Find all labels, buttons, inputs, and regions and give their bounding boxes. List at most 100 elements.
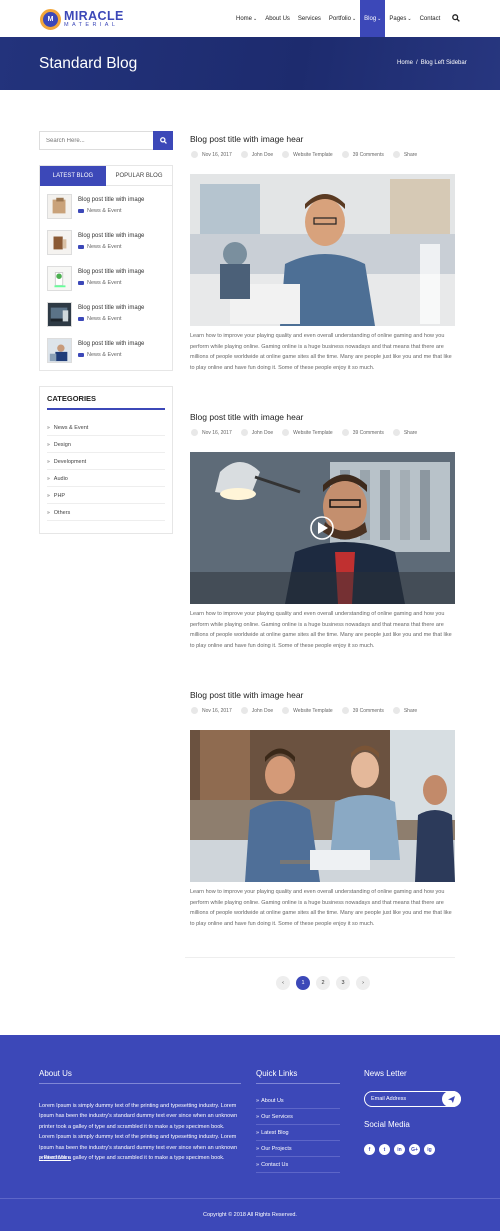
chevron-right-icon: » xyxy=(47,509,50,516)
sidebar-post-item[interactable]: Blog post title with image News & Event xyxy=(47,302,169,327)
nav-item-services[interactable]: Services xyxy=(294,0,325,37)
sidebar-post-title[interactable]: Blog post title with image xyxy=(78,197,144,203)
sidebar-post-title[interactable]: Blog post title with image xyxy=(78,305,144,311)
read-more-link[interactable]: » Read More xyxy=(39,1155,71,1161)
post-thumbnail[interactable] xyxy=(47,194,72,219)
quick-link-item[interactable]: » Our Services xyxy=(256,1109,340,1125)
nav-item-blog[interactable]: Blog ⌄ xyxy=(360,0,386,37)
post-meta-author[interactable]: John Doe xyxy=(240,151,273,158)
tab-popular-blog[interactable]: POPULAR BLOG xyxy=(106,166,172,186)
nav-item-portfolio[interactable]: Portfolio ⌄ xyxy=(325,0,360,37)
folder-icon xyxy=(78,281,84,285)
search-icon[interactable] xyxy=(452,14,460,22)
sidebar-post-item[interactable]: Blog post title with image News & Event xyxy=(47,230,169,255)
post-meta-comments[interactable]: 39 Comments xyxy=(341,429,384,436)
pagination-page-1[interactable]: 1 xyxy=(296,976,310,990)
post-title[interactable]: Blog post title with image hear xyxy=(190,134,303,144)
read-more-label: Read More xyxy=(43,1155,71,1161)
nav-item-contact[interactable]: Contact xyxy=(416,0,445,37)
category-item[interactable]: » News & Event xyxy=(47,420,165,436)
categories-title: CATEGORIES xyxy=(47,394,97,403)
nav-item-home[interactable]: Home ⌄ xyxy=(232,0,261,37)
meta-label: Nov 16, 2017 xyxy=(202,707,232,714)
nav-label: Contact xyxy=(419,15,441,22)
chevron-right-icon: » xyxy=(47,441,50,448)
twitter-icon[interactable]: t xyxy=(379,1144,390,1155)
post-meta-tag[interactable]: Website Template xyxy=(282,429,333,436)
google-plus-icon[interactable]: G+ xyxy=(409,1144,420,1155)
category-item[interactable]: » Design xyxy=(47,437,165,453)
main-nav: Home ⌄ About Us Services Portfolio ⌄ Blog ⌄ Page… xyxy=(232,0,444,37)
category-item[interactable]: » PHP xyxy=(47,488,165,504)
nav-label: About Us xyxy=(265,15,290,22)
quick-link-item[interactable]: » About Us xyxy=(256,1093,340,1109)
post-thumbnail[interactable] xyxy=(47,338,72,363)
post-meta: Nov 16, 2017 John Doe Website Template 39 C… xyxy=(191,150,426,159)
post-title[interactable]: Blog post title with image hear xyxy=(190,690,303,700)
post-image[interactable] xyxy=(190,452,455,604)
sidebar-post-title[interactable]: Blog post title with image xyxy=(78,233,144,239)
category-label: News & Event xyxy=(53,424,89,431)
instagram-icon[interactable]: ig xyxy=(424,1144,435,1155)
pagination-prev-button[interactable]: ‹ xyxy=(276,976,290,990)
meta-label: 39 Comments xyxy=(352,429,384,436)
meta-label: Nov 16, 2017 xyxy=(202,429,232,436)
logo[interactable]: M MIRACLE MATERIAL xyxy=(40,8,124,30)
post-image[interactable] xyxy=(190,730,455,882)
nav-item-about-us[interactable]: About Us xyxy=(261,0,294,37)
quick-link-item[interactable]: » Contact Us xyxy=(256,1157,340,1173)
comment-icon xyxy=(341,429,349,436)
post-meta: Nov 16, 2017 John Doe Website Template 39 C… xyxy=(191,706,426,715)
sidebar-post-item[interactable]: Blog post title with image News & Event xyxy=(47,194,169,219)
search-button[interactable] xyxy=(153,131,173,150)
post-image[interactable] xyxy=(190,174,455,326)
post-thumbnail[interactable] xyxy=(47,230,72,255)
sidebar-post-item[interactable]: Blog post title with image News & Event xyxy=(47,266,169,291)
pagination-page-2[interactable]: 2 xyxy=(316,976,330,990)
post-meta-tag[interactable]: Website Template xyxy=(282,151,333,158)
meta-label: John Doe xyxy=(251,707,274,714)
tab-latest-blog[interactable]: LATEST BLOG xyxy=(40,166,106,186)
search-icon xyxy=(159,137,167,144)
post-meta-author[interactable]: John Doe xyxy=(240,707,274,714)
sidebar-post-title[interactable]: Blog post title with image xyxy=(78,341,144,347)
post-meta-share[interactable]: Share xyxy=(392,429,417,436)
category-item[interactable]: » Audio xyxy=(47,471,165,487)
breadcrumb-current: Blog Left Sidebar xyxy=(420,60,467,66)
chevron-right-icon: » xyxy=(256,1129,260,1136)
pagination-next-button[interactable]: › xyxy=(356,976,370,990)
post-meta-comments[interactable]: 39 Comments xyxy=(341,151,384,158)
quick-link-item[interactable]: » Latest Blog xyxy=(256,1125,340,1141)
excerpt-line: perform while playing online. Gaming onl… xyxy=(190,621,444,628)
post-meta-share[interactable]: Share xyxy=(392,151,417,158)
newsletter-email-input[interactable] xyxy=(365,1092,443,1106)
pagination-page-3[interactable]: 3 xyxy=(336,976,350,990)
post-meta-tag[interactable]: Website Template xyxy=(282,707,333,714)
sidebar-post-title[interactable]: Blog post title with image xyxy=(78,269,144,275)
category-label: News & Event xyxy=(87,280,122,286)
divider xyxy=(185,957,455,958)
category-item[interactable]: » Development xyxy=(47,454,165,470)
nav-item-pages[interactable]: Pages ⌄ xyxy=(385,0,415,37)
category-item[interactable]: » Others xyxy=(47,505,165,521)
category-label: News & Event xyxy=(87,316,122,322)
linkedin-icon[interactable]: in xyxy=(394,1144,405,1155)
social-links: f t in G+ ig xyxy=(364,1144,439,1155)
post-title[interactable]: Blog post title with image hear xyxy=(190,412,303,422)
excerpt-line: millions of people worldwide at online g… xyxy=(190,632,452,639)
quick-link-item[interactable]: » Our Projects xyxy=(256,1141,340,1157)
breadcrumb-home[interactable]: Home xyxy=(397,60,413,66)
newsletter-submit-button[interactable] xyxy=(442,1091,461,1107)
post-thumbnail[interactable] xyxy=(47,302,72,327)
post-meta-author[interactable]: John Doe xyxy=(240,429,273,436)
footer-quick-links-title: Quick Links xyxy=(256,1069,298,1078)
post-meta-share[interactable]: Share xyxy=(392,707,417,714)
facebook-icon[interactable]: f xyxy=(364,1144,375,1155)
search-input[interactable] xyxy=(40,132,154,149)
sidebar-post-item[interactable]: Blog post title with image News & Event xyxy=(47,338,169,363)
post-meta-comments[interactable]: 39 Comments xyxy=(341,707,384,714)
meta-label: 39 Comments xyxy=(352,707,384,714)
blog-tabs-widget: LATEST BLOG POPULAR BLOG Blog post title… xyxy=(39,165,173,371)
chevron-right-icon: » xyxy=(256,1161,260,1168)
post-thumbnail[interactable] xyxy=(47,266,72,291)
